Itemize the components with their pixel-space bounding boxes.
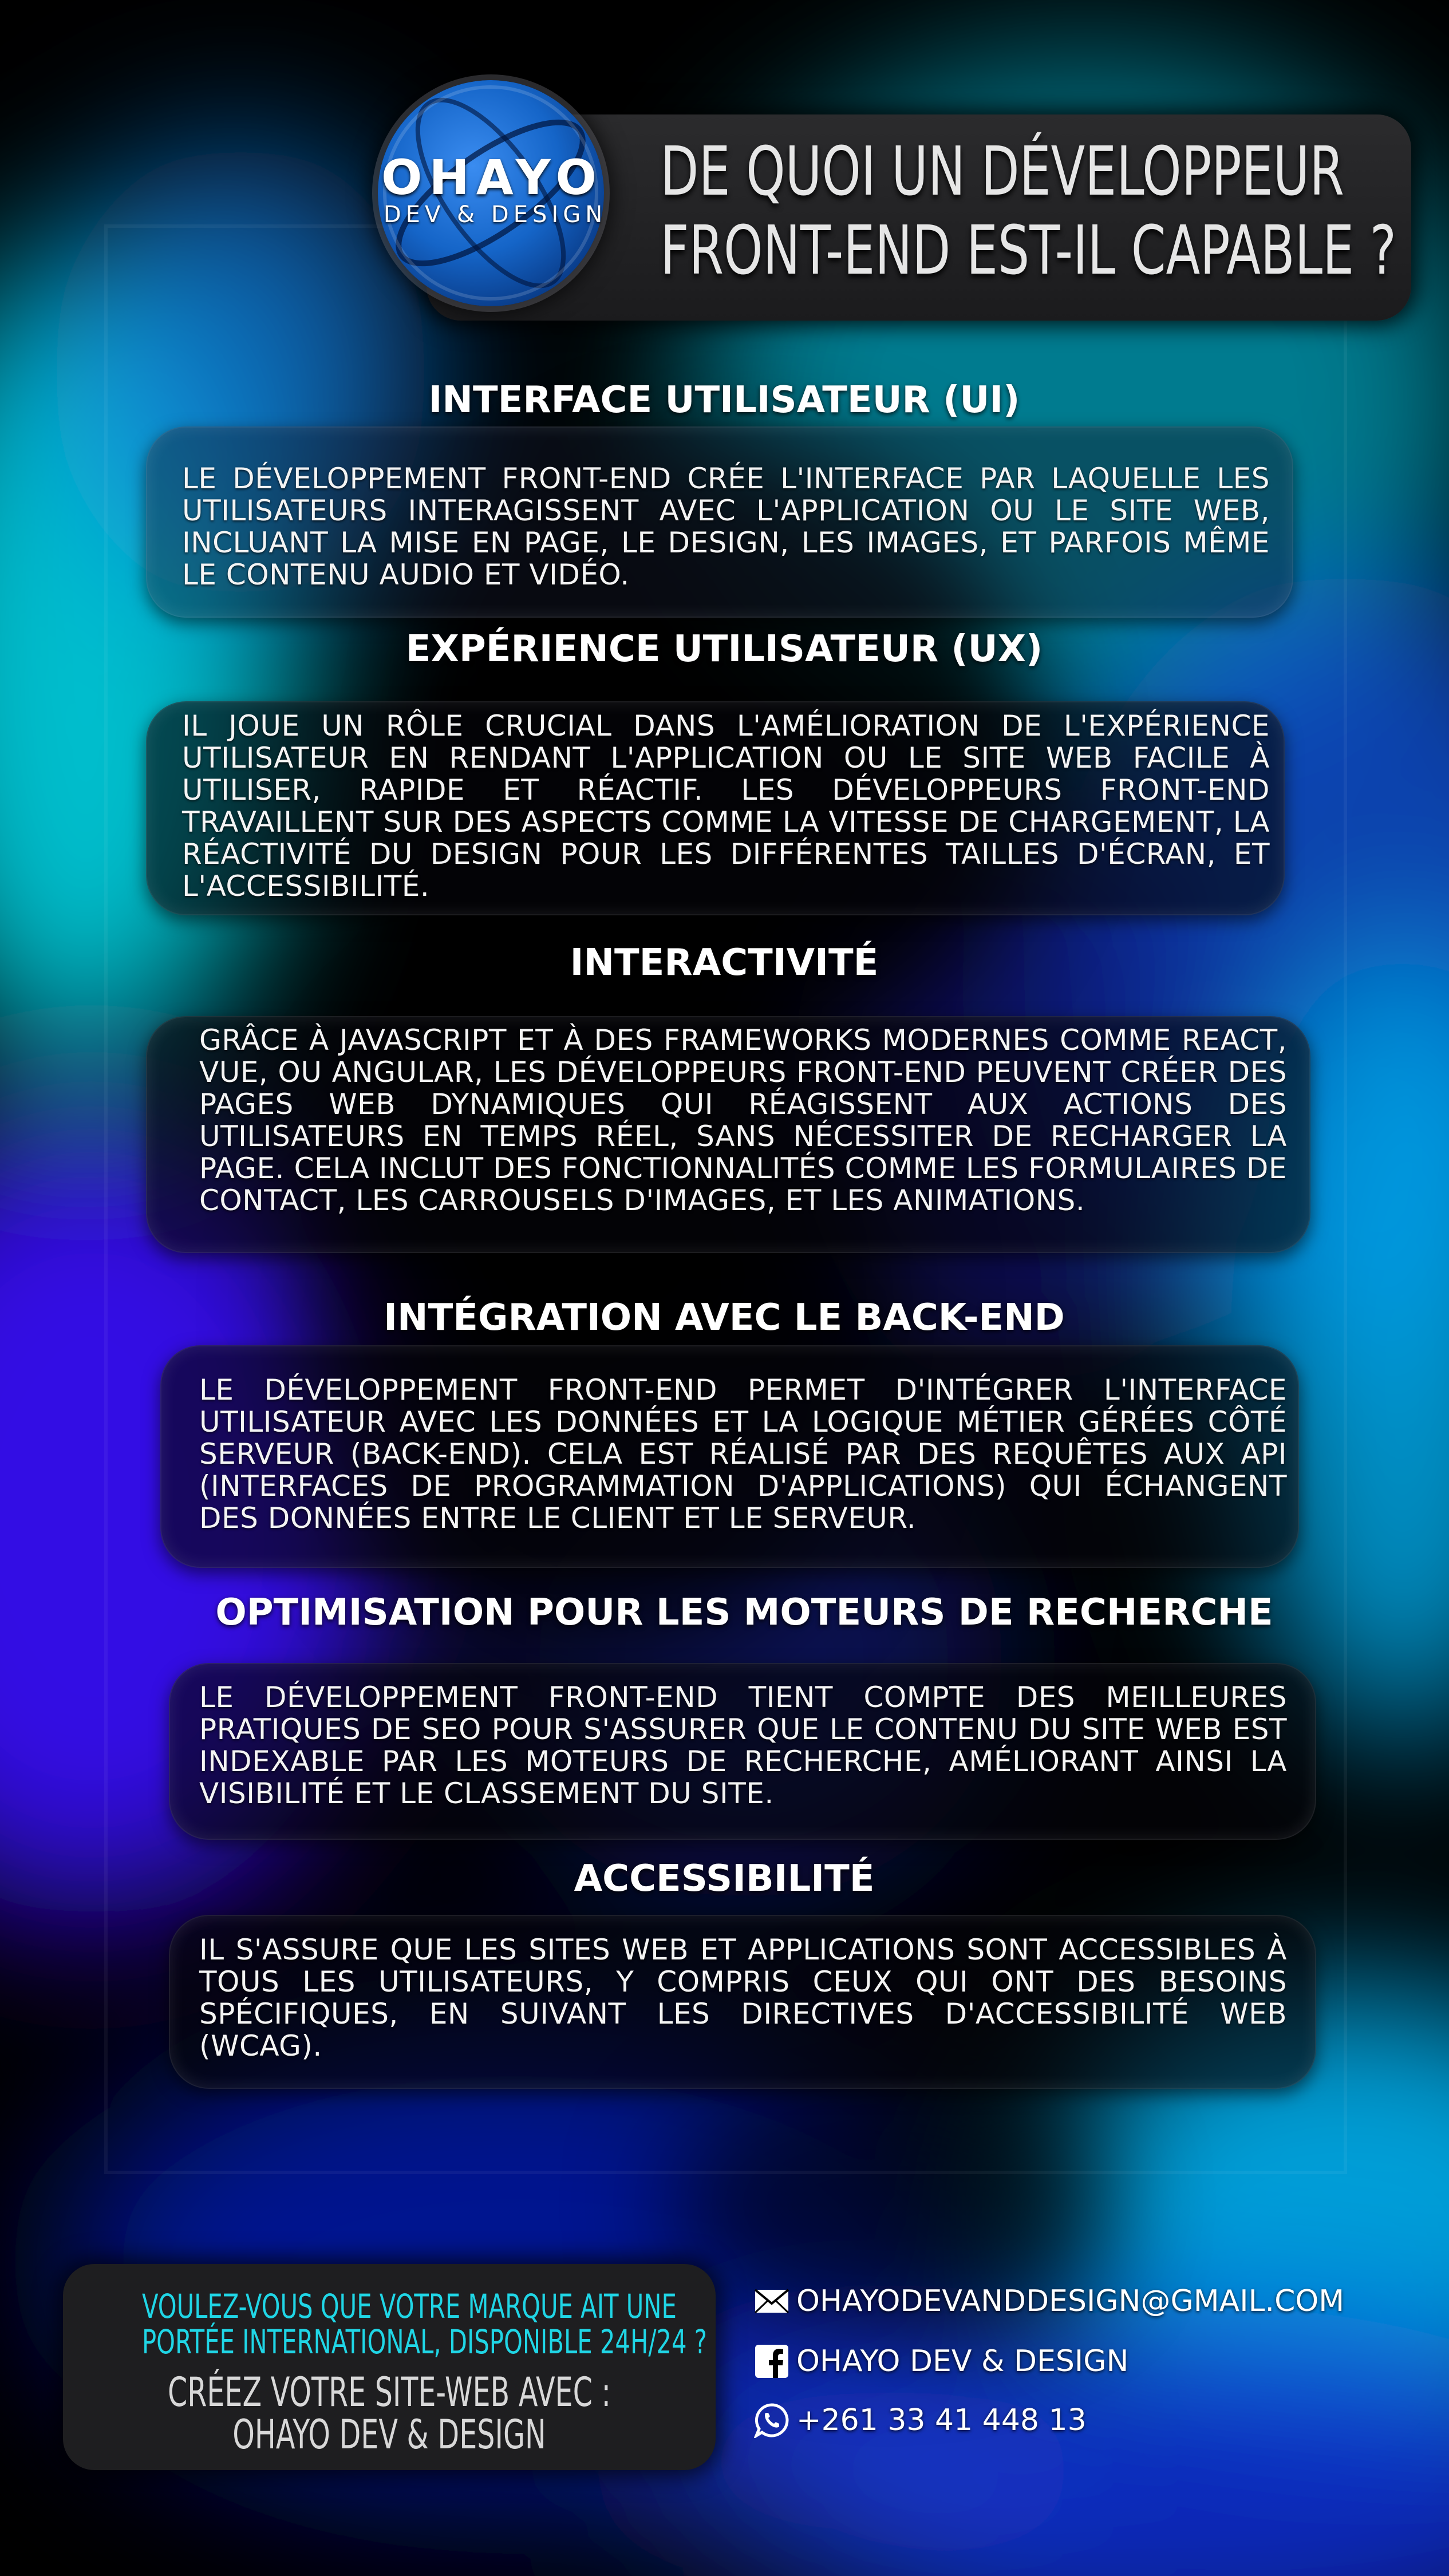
facebook-icon <box>753 2342 791 2380</box>
section-text-ui: LE DÉVELOPPEMENT FRONT-END CRÉE L'INTERF… <box>182 462 1270 591</box>
logo-tagline: DEV & DESIGN <box>383 202 607 228</box>
section-text-interactivity: GRÂCE À JAVASCRIPT ET À DES FRAMEWORKS M… <box>199 1024 1287 1217</box>
cta-question-line2: PORTÉE INTERNATIONAL, DISPONIBLE 24H/24 … <box>142 2322 707 2361</box>
section-text-ux: IL JOUE UN RÔLE CRUCIAL DANS L'AMÉLIORAT… <box>182 709 1270 903</box>
contact-email-text: OHAYODEVANDDESIGN@GMAIL.COM <box>796 2284 1345 2318</box>
section-text-seo: LE DÉVELOPPEMENT FRONT-END TIENT COMPTE … <box>199 1681 1287 1810</box>
section-title-accessibility: ACCESSIBILITÉ <box>574 1858 875 1900</box>
logo-name: OHAYO <box>381 149 603 206</box>
section-title-interactivity: INTERACTIVITÉ <box>570 942 879 984</box>
mail-icon <box>753 2282 791 2320</box>
contact-facebook[interactable]: OHAYO DEV & DESIGN <box>753 2341 1128 2381</box>
cta-question-line1: VOULEZ-VOUS QUE VOTRE MARQUE AIT UNE <box>142 2287 677 2326</box>
section-title-seo: OPTIMISATION POUR LES MOTEURS DE RECHERC… <box>215 1591 1273 1634</box>
cta-action-line2: OHAYO DEV & DESIGN <box>232 2411 546 2458</box>
section-title-backend: INTÉGRATION AVEC LE BACK-END <box>384 1297 1065 1339</box>
section-title-ui: INTERFACE UTILISATEUR (UI) <box>428 379 1020 421</box>
page-title-line2: FRONT-END EST-IL CAPABLE ? <box>660 211 1396 290</box>
cta-action: CRÉEZ VOTRE SITE-WEB AVEC : OHAYO DEV & … <box>148 2371 630 2456</box>
section-title-ux: EXPÉRIENCE UTILISATEUR (UX) <box>405 628 1043 670</box>
contact-whatsapp-text: +261 33 41 448 13 <box>796 2403 1087 2437</box>
section-text-accessibility: IL S'ASSURE QUE LES SITES WEB ET APPLICA… <box>199 1933 1287 2063</box>
contact-facebook-text: OHAYO DEV & DESIGN <box>796 2344 1129 2379</box>
section-text-backend: LE DÉVELOPPEMENT FRONT-END PERMET D'INTÉ… <box>199 1373 1287 1535</box>
contact-email[interactable]: OHAYODEVANDDESIGN@GMAIL.COM <box>753 2281 1344 2321</box>
contact-whatsapp[interactable]: +261 33 41 448 13 <box>753 2400 1087 2440</box>
cta-question: VOULEZ-VOUS QUE VOTRE MARQUE AIT UNE POR… <box>142 2287 707 2361</box>
whatsapp-icon <box>753 2401 791 2439</box>
cta-action-line1: CRÉEZ VOTRE SITE-WEB AVEC : <box>167 2369 611 2416</box>
page-title: DE QUOI UN DÉVELOPPEUR FRONT-END EST-IL … <box>660 132 1396 290</box>
page-title-line1: DE QUOI UN DÉVELOPPEUR <box>660 132 1344 211</box>
